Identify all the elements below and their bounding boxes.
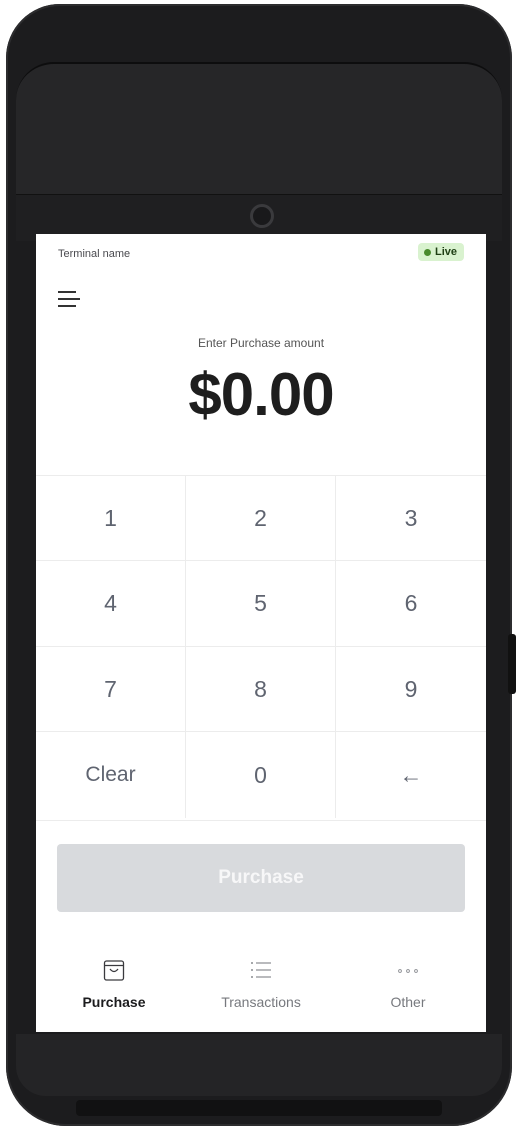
terminal-name: Terminal name xyxy=(58,248,131,260)
nav-label-purchase: Purchase xyxy=(82,994,146,1010)
device-top-bezel xyxy=(16,62,502,198)
live-badge-label: Live xyxy=(435,246,458,258)
nav-label-other: Other xyxy=(390,994,426,1010)
bottom-nav: Purchase Transactions Other xyxy=(36,952,486,1032)
numeric-keypad: 1 2 3 4 5 6 7 8 9 Clear 0 ← xyxy=(36,475,486,821)
live-status-badge: Live xyxy=(418,243,465,261)
key-3[interactable]: 3 xyxy=(336,476,486,561)
key-4[interactable]: 4 xyxy=(36,561,186,647)
shopping-bag-icon xyxy=(103,960,125,981)
nav-item-transactions[interactable]: Transactions xyxy=(186,952,336,1032)
nav-item-other[interactable]: Other xyxy=(333,952,483,1032)
key-9[interactable]: 9 xyxy=(336,647,486,732)
key-1[interactable]: 1 xyxy=(36,476,186,561)
key-clear[interactable]: Clear xyxy=(36,732,186,818)
amount-display: $0.00 xyxy=(188,361,334,428)
device-bottom-bezel xyxy=(16,1034,502,1096)
camera-icon xyxy=(250,204,274,228)
key-0[interactable]: 0 xyxy=(186,732,336,818)
nav-item-purchase[interactable]: Purchase xyxy=(39,952,189,1032)
key-5[interactable]: 5 xyxy=(186,561,336,647)
purchase-button[interactable]: Purchase xyxy=(57,844,465,912)
nav-label-transactions: Transactions xyxy=(221,994,301,1010)
key-7[interactable]: 7 xyxy=(36,647,186,732)
key-6[interactable]: 6 xyxy=(336,561,486,647)
hamburger-menu-icon[interactable] xyxy=(58,289,80,309)
amount-prompt: Enter Purchase amount xyxy=(197,336,325,350)
status-row: Terminal name Live xyxy=(36,234,486,274)
key-8[interactable]: 8 xyxy=(186,647,336,732)
key-2[interactable]: 2 xyxy=(186,476,336,561)
device-side-button xyxy=(508,634,516,694)
key-backspace[interactable]: ← xyxy=(336,732,486,818)
live-dot-icon xyxy=(424,248,431,256)
list-icon xyxy=(251,962,271,978)
more-dots-icon xyxy=(398,969,418,973)
pos-screen: Terminal name Live Enter Purchase amount… xyxy=(36,234,486,1032)
device-foot xyxy=(76,1100,442,1116)
